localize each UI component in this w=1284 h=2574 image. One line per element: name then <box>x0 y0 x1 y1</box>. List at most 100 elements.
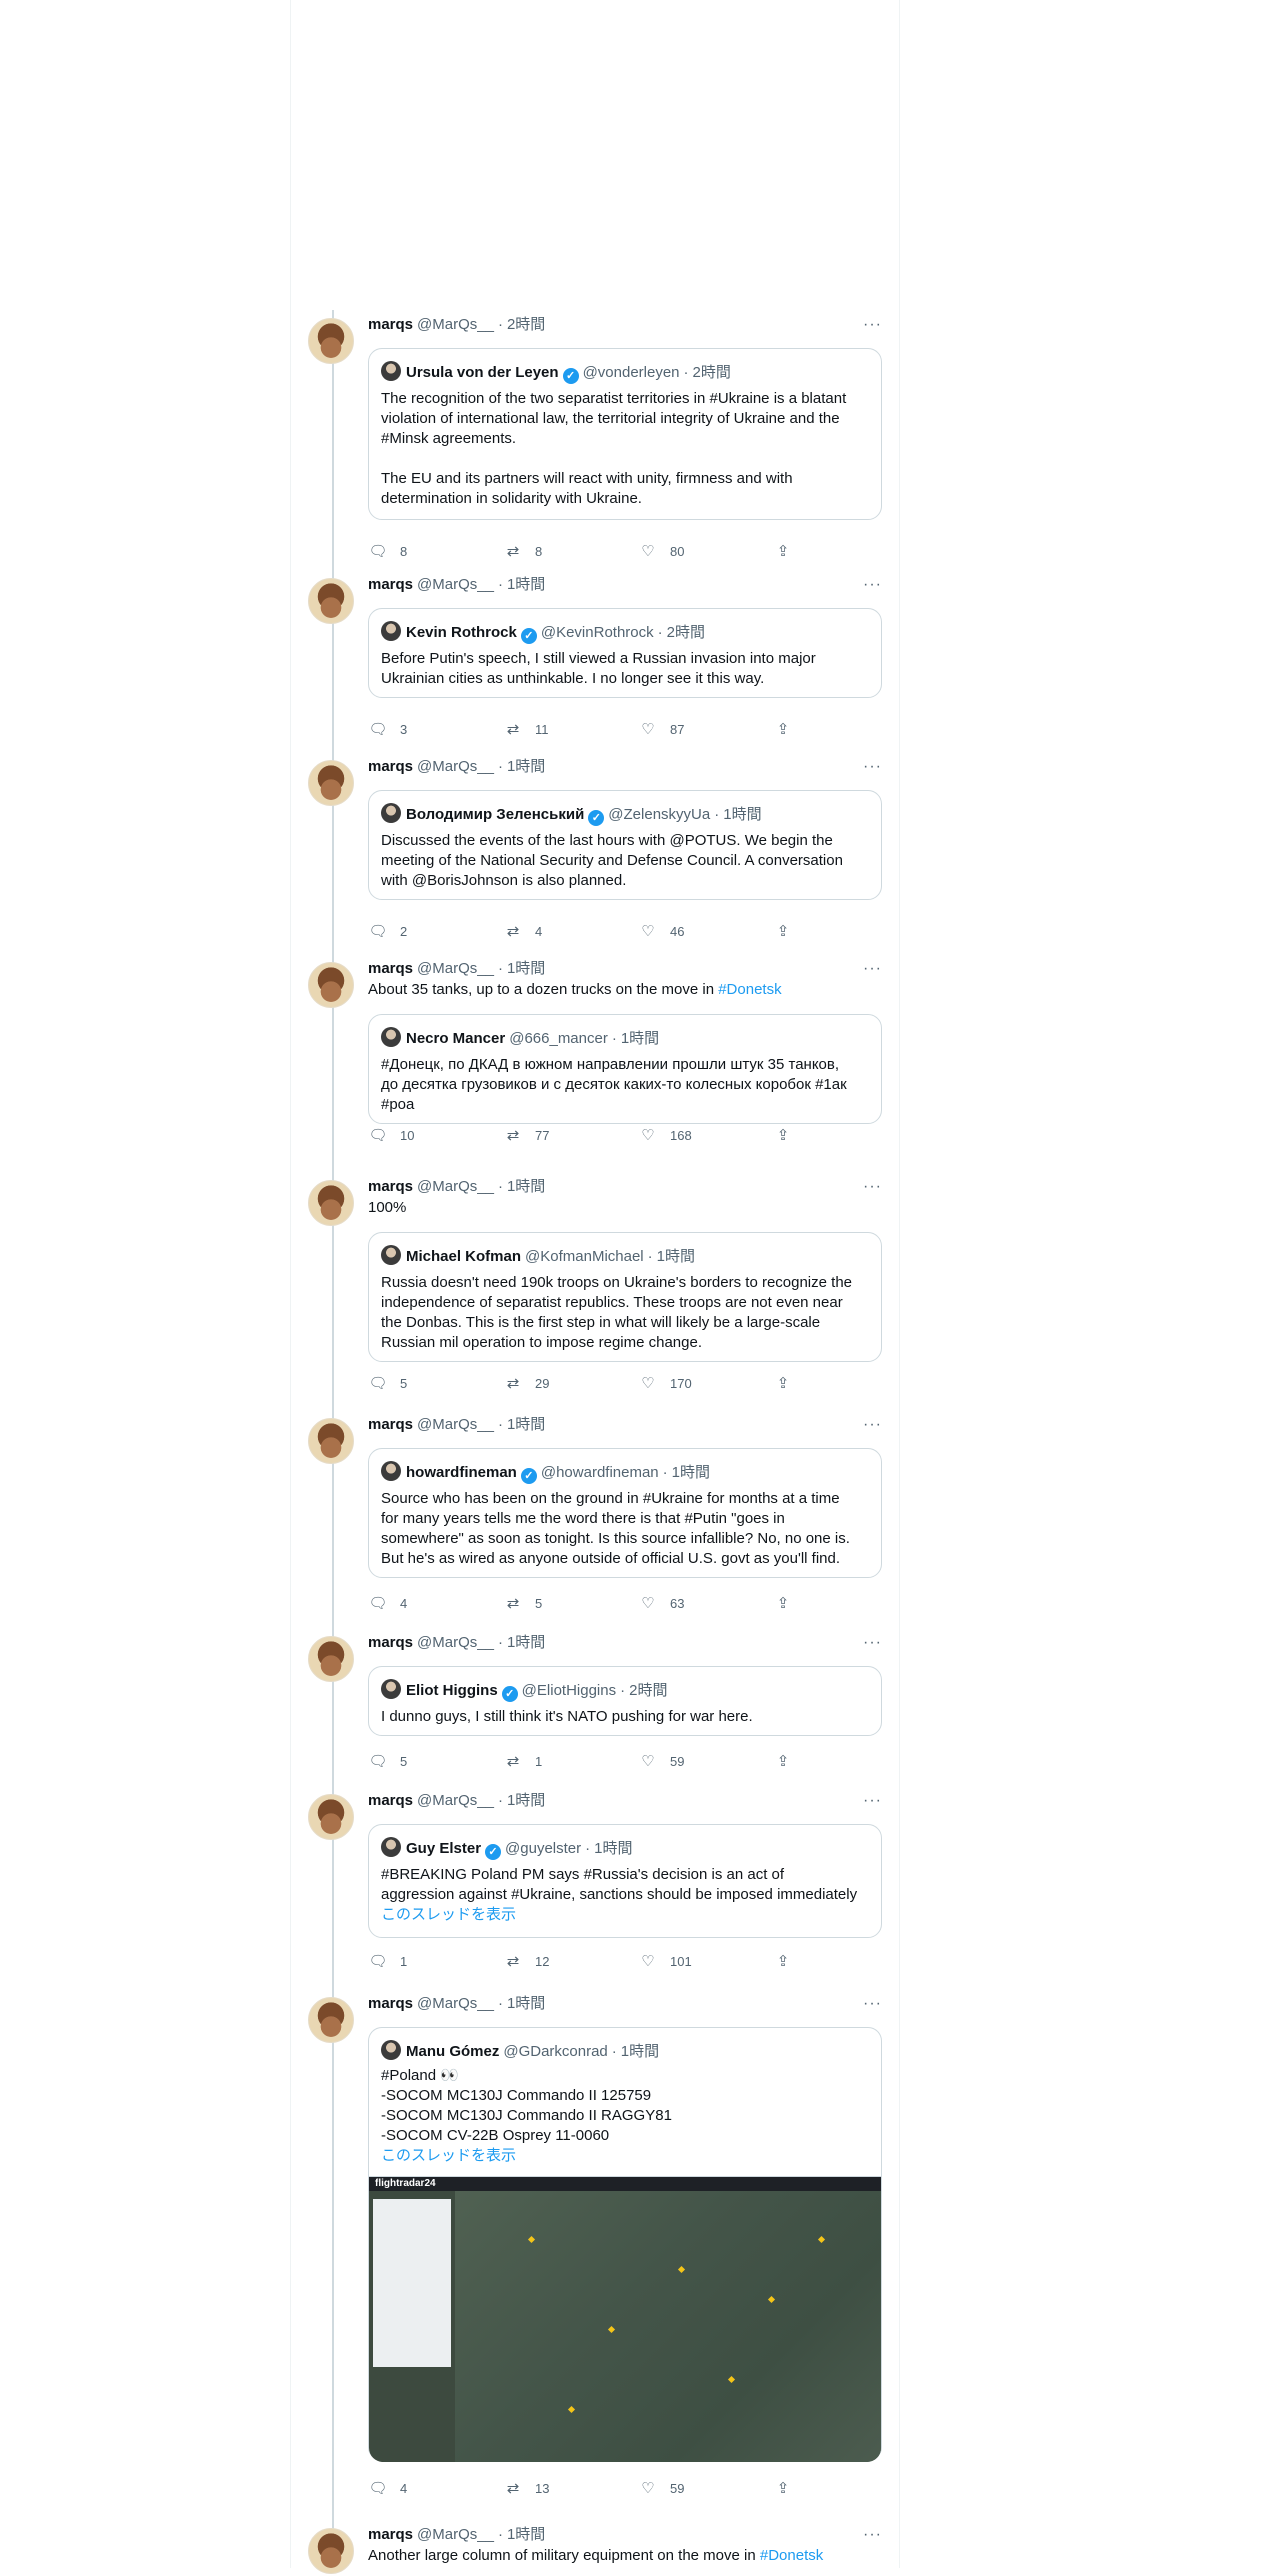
more-icon[interactable]: ··· <box>863 1993 882 2015</box>
avatar[interactable] <box>308 1636 354 1682</box>
share-button[interactable]: ⇪ <box>773 542 805 562</box>
reply-button[interactable]: 🗨 2 <box>368 922 407 942</box>
author-name[interactable]: marqs <box>368 960 413 977</box>
avatar[interactable] <box>308 1997 354 2043</box>
reply-button[interactable]: 🗨 1 <box>368 1952 407 1972</box>
more-icon[interactable]: ··· <box>863 314 882 336</box>
avatar[interactable] <box>308 962 354 1008</box>
tweet[interactable]: marqs @MarQs__ · 1時間 ··· Володимир Зеленськ… <box>290 756 900 946</box>
retweet-button[interactable]: ⇄ 1 <box>503 1752 543 1772</box>
reply-button[interactable]: 🗨 10 <box>368 1126 414 1146</box>
author-name[interactable]: marqs <box>368 1995 413 2012</box>
author-name[interactable]: marqs <box>368 1634 413 1651</box>
like-button[interactable]: ♡ 59 <box>638 2479 684 2499</box>
quoted-tweet[interactable]: Kevin Rothrock ✓ @KevinRothrock · 2時間 Before… <box>368 608 882 698</box>
reply-button[interactable]: 🗨 4 <box>368 1594 407 1614</box>
show-thread-link[interactable]: このスレッドを表示 <box>381 2146 516 2166</box>
more-icon[interactable]: ··· <box>863 1414 882 1436</box>
quoted-tweet[interactable]: howardfineman ✓ @howardfineman · 1時間 Source … <box>368 1448 882 1578</box>
quoted-tweet[interactable]: Guy Elster ✓ @guyelster · 1時間 #BREAKING Pola… <box>368 1824 882 1938</box>
tweet-time[interactable]: 1時間 <box>507 758 545 775</box>
tweet-time[interactable]: 1時間 <box>507 960 545 977</box>
share-button[interactable]: ⇪ <box>773 1374 805 1394</box>
more-icon[interactable]: ··· <box>863 1790 882 1812</box>
reply-button[interactable]: 🗨 4 <box>368 2479 407 2499</box>
author-handle[interactable]: @MarQs__ <box>417 758 494 775</box>
tweet-time[interactable]: 1時間 <box>507 1995 545 2012</box>
like-button[interactable]: ♡ 168 <box>638 1126 691 1146</box>
share-button[interactable]: ⇪ <box>773 1594 805 1614</box>
quoted-tweet[interactable]: Eliot Higgins ✓ @EliotHiggins · 2時間 I dunno … <box>368 1666 882 1736</box>
more-icon[interactable]: ··· <box>863 1176 882 1198</box>
author-name[interactable]: marqs <box>368 1792 413 1809</box>
retweet-button[interactable]: ⇄ 11 <box>503 720 549 740</box>
retweet-button[interactable]: ⇄ 77 <box>503 1126 550 1146</box>
share-button[interactable]: ⇪ <box>773 1126 805 1146</box>
retweet-button[interactable]: ⇄ 5 <box>503 1594 543 1614</box>
like-button[interactable]: ♡ 59 <box>638 1752 684 1772</box>
share-button[interactable]: ⇪ <box>773 1752 805 1772</box>
reply-button[interactable]: 🗨 5 <box>368 1374 407 1394</box>
quoted-tweet[interactable]: Necro Mancer @666_mancer · 1時間 #Донецк, по … <box>368 1014 882 1124</box>
author-name[interactable]: marqs <box>368 2526 413 2543</box>
tweet[interactable]: marqs @MarQs__ · 2時間 ··· Ursula von der Ley… <box>290 314 900 564</box>
retweet-button[interactable]: ⇄ 29 <box>503 1374 550 1394</box>
tweet[interactable]: marqs @MarQs__ · 1時間 ··· Kevin Rothrock ✓ @Ke… <box>290 574 900 744</box>
reply-button[interactable]: 🗨 5 <box>368 1752 407 1772</box>
quoted-tweet[interactable]: Manu Gómez @GDarkconrad · 1時間 #Poland 👀 -SO… <box>368 2027 882 2462</box>
author-handle[interactable]: @MarQs__ <box>417 1634 494 1651</box>
reply-button[interactable]: 🗨 8 <box>368 542 407 562</box>
avatar[interactable] <box>308 2528 354 2574</box>
author-handle[interactable]: @MarQs__ <box>417 2526 494 2543</box>
more-icon[interactable]: ··· <box>863 756 882 778</box>
author-name[interactable]: marqs <box>368 758 413 775</box>
tweet[interactable]: marqs @MarQs__ · 1時間 ··· howardfineman ✓ @how… <box>290 1414 900 1624</box>
tweet-time[interactable]: 1時間 <box>507 576 545 593</box>
share-button[interactable]: ⇪ <box>773 720 805 740</box>
more-icon[interactable]: ··· <box>863 1632 882 1654</box>
avatar[interactable] <box>308 1180 354 1226</box>
author-handle[interactable]: @MarQs__ <box>417 1995 494 2012</box>
more-icon[interactable]: ··· <box>863 574 882 596</box>
show-thread-link[interactable]: このスレッドを表示 <box>381 1905 516 1925</box>
tweet-time[interactable]: 1時間 <box>507 1792 545 1809</box>
author-name[interactable]: marqs <box>368 576 413 593</box>
quoted-tweet[interactable]: Michael Kofman @KofmanMichael · 1時間 Russia … <box>368 1232 882 1362</box>
tweet[interactable]: marqs @MarQs__ · 1時間 ··· About 35 tanks, up… <box>290 958 900 1168</box>
hashtag-link[interactable]: #Donetsk <box>718 981 781 998</box>
tweet[interactable]: marqs @MarQs__ · 1時間 ··· Manu Gómez @GDarkco… <box>290 1993 900 2503</box>
tweet-time[interactable]: 1時間 <box>507 1178 545 1195</box>
avatar[interactable] <box>308 318 354 364</box>
share-button[interactable]: ⇪ <box>773 1952 805 1972</box>
author-name[interactable]: marqs <box>368 316 413 333</box>
tweet[interactable]: marqs @MarQs__ · 1時間 ··· Guy Elster ✓ @guyels… <box>290 1790 900 1970</box>
tweet-time[interactable]: 2時間 <box>507 316 545 333</box>
avatar[interactable] <box>308 1418 354 1464</box>
like-button[interactable]: ♡ 63 <box>638 1594 684 1614</box>
avatar[interactable] <box>308 578 354 624</box>
quoted-tweet[interactable]: Ursula von der Leyen ✓ @vonderleyen · 2時間 Th… <box>368 348 882 520</box>
tweet-time[interactable]: 1時間 <box>507 1416 545 1433</box>
tweet-time[interactable]: 1時間 <box>507 2526 545 2543</box>
retweet-button[interactable]: ⇄ 4 <box>503 922 543 942</box>
hashtag-link[interactable]: #Donetsk <box>760 2547 823 2564</box>
retweet-button[interactable]: ⇄ 8 <box>503 542 543 562</box>
tweet[interactable]: marqs @MarQs__ · 1時間 ··· 100% Michael Kofma… <box>290 1176 900 1406</box>
retweet-button[interactable]: ⇄ 12 <box>503 1952 550 1972</box>
tweet[interactable]: marqs @MarQs__ · 1時間 ··· Eliot Higgins ✓ @Eli… <box>290 1632 900 1782</box>
like-button[interactable]: ♡ 170 <box>638 1374 691 1394</box>
flight-map-image[interactable]: flightradar24 <box>369 2176 881 2462</box>
tweet-time[interactable]: 1時間 <box>507 1634 545 1651</box>
author-handle[interactable]: @MarQs__ <box>417 1792 494 1809</box>
retweet-button[interactable]: ⇄ 13 <box>503 2479 550 2499</box>
author-handle[interactable]: @MarQs__ <box>417 1178 494 1195</box>
author-handle[interactable]: @MarQs__ <box>417 576 494 593</box>
author-handle[interactable]: @MarQs__ <box>417 960 494 977</box>
share-button[interactable]: ⇪ <box>773 922 805 942</box>
author-name[interactable]: marqs <box>368 1178 413 1195</box>
like-button[interactable]: ♡ 46 <box>638 922 684 942</box>
avatar[interactable] <box>308 1794 354 1840</box>
author-name[interactable]: marqs <box>368 1416 413 1433</box>
tweet[interactable]: marqs @MarQs__ · 1時間 ··· Another large colu… <box>290 2524 900 2574</box>
author-handle[interactable]: @MarQs__ <box>417 1416 494 1433</box>
